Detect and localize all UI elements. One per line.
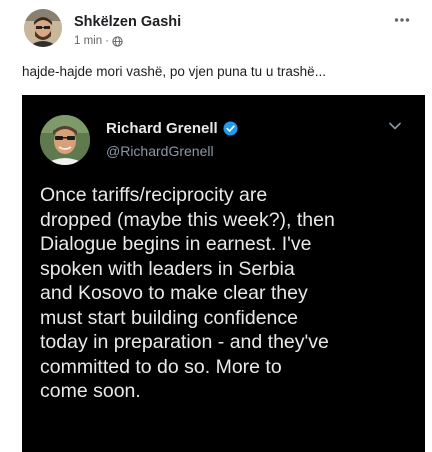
tweet-author-name-row: Richard Grenell (106, 120, 238, 137)
globe-icon (112, 35, 123, 47)
post-caption: hajde-hajde mori vashë, po vjen puna tu … (22, 64, 326, 79)
tweet-author-name[interactable]: Richard Grenell (106, 120, 218, 137)
tweet-author-handle[interactable]: @RichardGrenell (106, 143, 214, 159)
tweet-avatar-image (40, 115, 90, 165)
tweet-author-avatar[interactable] (40, 115, 90, 165)
facebook-post: Shkëlzen Gashi 1 min · hajde-hajde mori … (0, 0, 432, 452)
author-name[interactable]: Shkëlzen Gashi (74, 14, 181, 30)
tweet-body: Once tariffs/reciprocity are dropped (ma… (40, 184, 335, 402)
author-avatar[interactable] (24, 9, 62, 47)
author-avatar-image (24, 9, 62, 47)
post-header: Shkëlzen Gashi 1 min · (0, 0, 432, 62)
post-meta: 1 min · (74, 35, 123, 47)
tweet-screenshot: Richard Grenell @RichardGrenell Once tar… (22, 95, 425, 452)
post-time[interactable]: 1 min (74, 35, 102, 47)
more-horizontal-icon[interactable] (394, 17, 410, 23)
meta-separator: · (105, 35, 109, 47)
verified-badge-icon (223, 121, 238, 136)
chevron-down-icon[interactable] (389, 122, 401, 130)
